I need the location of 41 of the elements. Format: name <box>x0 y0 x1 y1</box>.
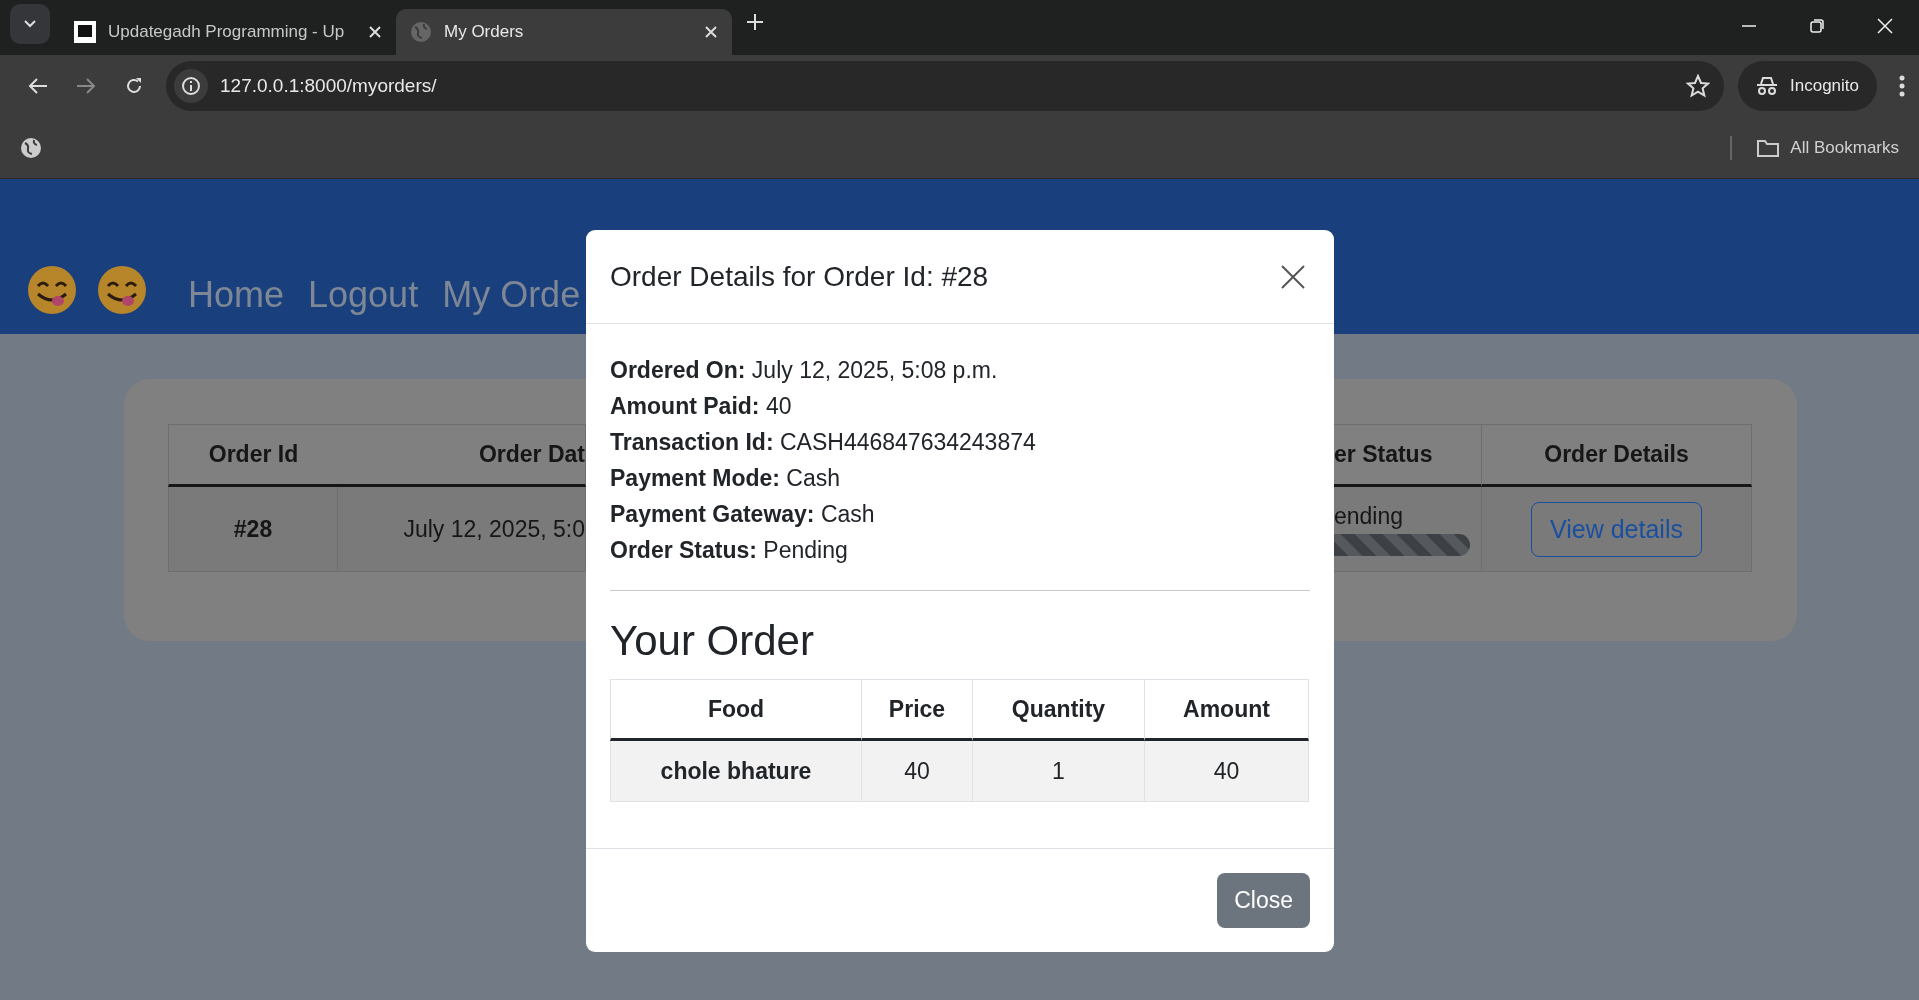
table-cell: 40 <box>862 741 973 802</box>
globe-icon[interactable] <box>20 136 42 159</box>
menu-icon[interactable] <box>1899 75 1905 97</box>
reload-icon[interactable] <box>124 76 144 96</box>
folder-icon <box>1756 137 1781 158</box>
address-bar[interactable]: 127.0.0.1:8000/myorders/ <box>166 61 1724 111</box>
incognito-button[interactable]: Incognito <box>1738 61 1877 111</box>
browser-tab[interactable]: My Orders <box>396 9 732 55</box>
table-cell: 40 <box>1145 741 1309 802</box>
caret-icon <box>23 19 37 29</box>
close-icon <box>1280 263 1306 290</box>
forward-icon[interactable] <box>76 77 96 95</box>
star-icon[interactable] <box>1686 74 1710 98</box>
close-icon[interactable] <box>368 25 382 39</box>
detail-line: Ordered On: July 12, 2025, 5:08 p.m. <box>610 356 999 385</box>
info-icon[interactable] <box>181 76 201 96</box>
incognito-icon <box>1756 76 1778 96</box>
new-tab-icon[interactable] <box>746 12 764 31</box>
close-icon[interactable] <box>1877 18 1893 34</box>
dialog-title: Order Details for Order Id: #28 <box>610 260 990 293</box>
table-cell: July 12, 2025, 5:0 <box>338 487 586 572</box>
table-cell: 1 <box>973 741 1145 802</box>
globe-icon <box>410 21 432 43</box>
detail-line: Order Status: Pending <box>610 536 849 565</box>
close-button[interactable]: Close <box>1217 873 1310 928</box>
browser-tab[interactable]: Updategadh Programming - Up <box>60 9 396 55</box>
detail-line: Amount Paid: 40 <box>610 392 793 421</box>
smiling-face-icon <box>96 264 148 316</box>
table-cell: #28 <box>168 487 338 572</box>
all-bookmarks-button[interactable]: All Bookmarks <box>1756 137 1899 158</box>
restore-icon[interactable] <box>1809 18 1825 34</box>
back-icon[interactable] <box>28 77 48 95</box>
detail-line: Transaction Id: CASH446847634243874 <box>610 428 1037 457</box>
status-text: ending <box>1334 502 1404 530</box>
site-logo-icon <box>74 21 96 43</box>
detail-line: Payment Gateway: Cash <box>610 500 876 529</box>
table-cell: chole bhature <box>610 741 862 802</box>
close-icon[interactable] <box>704 25 718 39</box>
section-title: Your Order <box>610 617 815 665</box>
smiling-face-icon <box>26 264 78 316</box>
detail-line: Payment Mode: Cash <box>610 464 842 493</box>
